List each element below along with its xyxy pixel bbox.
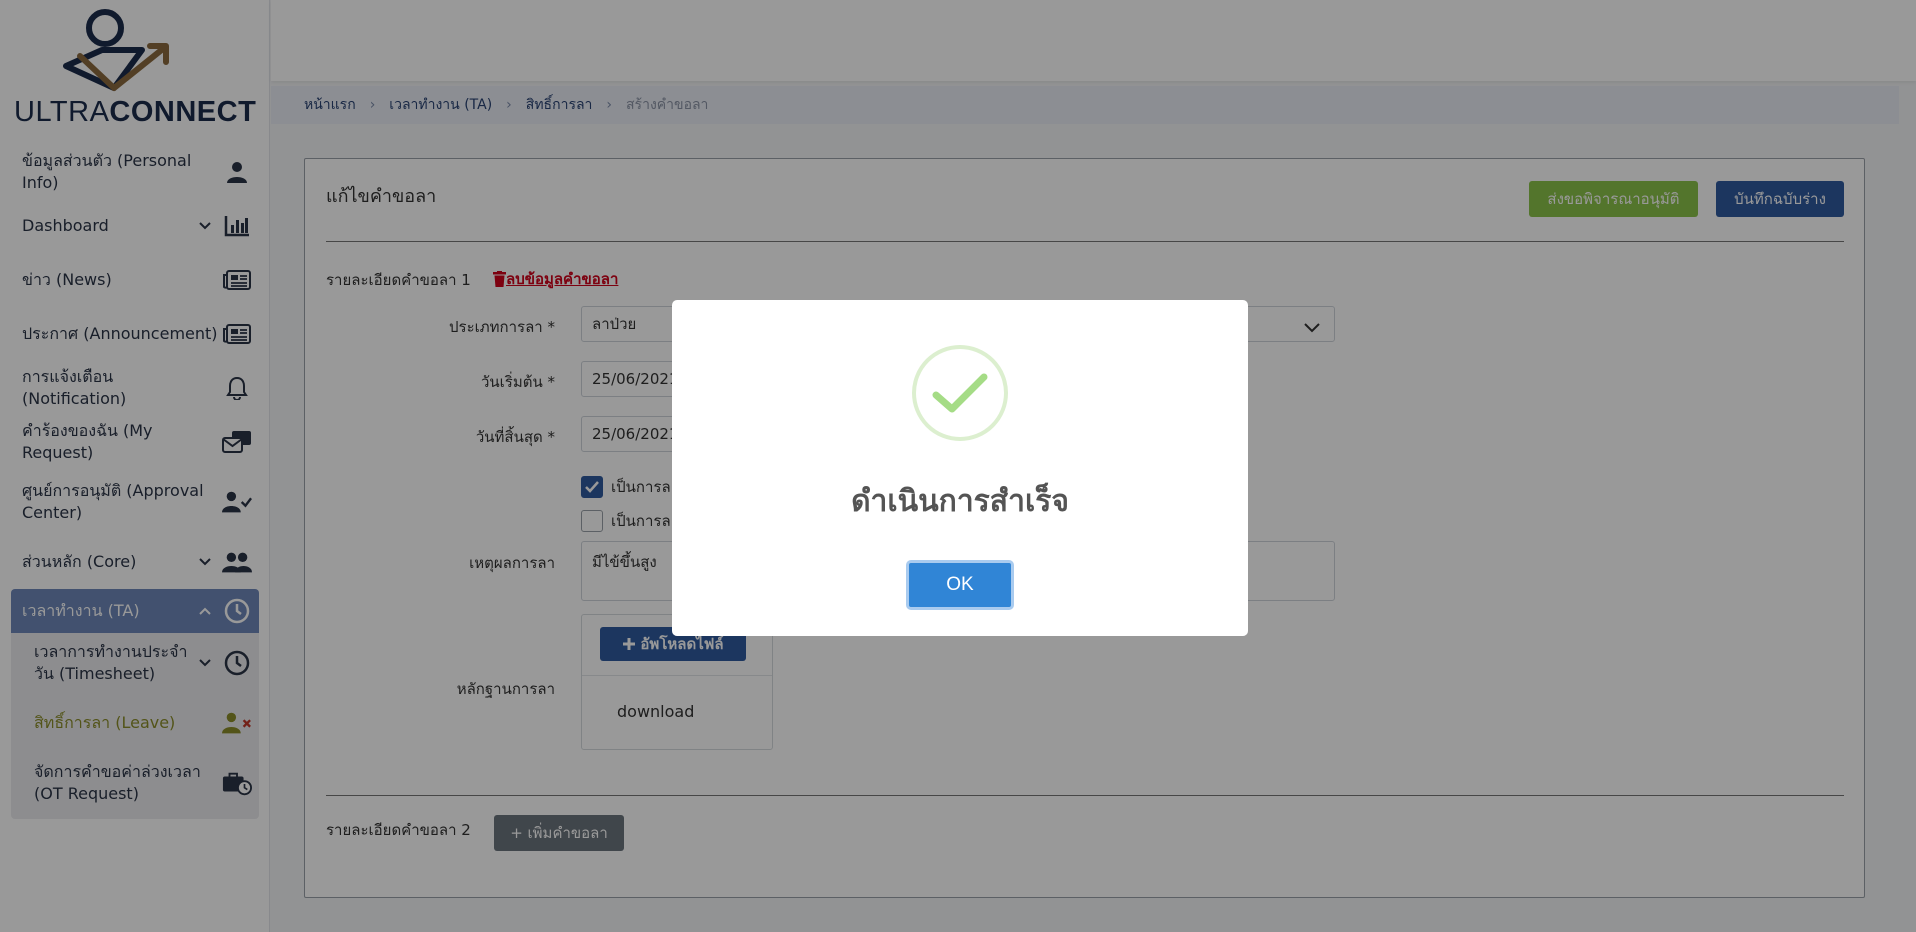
success-dialog: ดำเนินการสำเร็จ OK [672, 300, 1248, 636]
ok-button[interactable]: OK [906, 560, 1014, 610]
success-check-icon [912, 345, 1008, 441]
dialog-title: ดำเนินการสำเร็จ [851, 484, 1069, 519]
